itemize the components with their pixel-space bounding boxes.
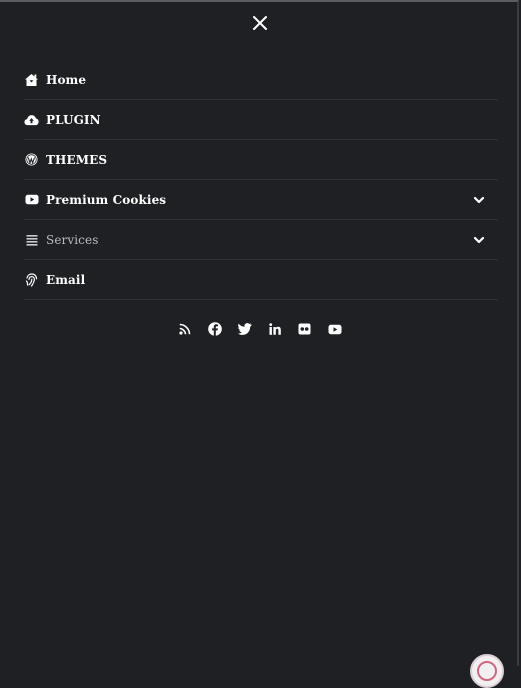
flickr-icon[interactable] — [298, 322, 312, 336]
badge-ring-icon — [477, 661, 497, 681]
menu-item-premium-cookies[interactable]: Premium Cookies — [24, 180, 498, 220]
menu-item-home[interactable]: Home — [24, 60, 498, 100]
menu-item-email[interactable]: Email — [24, 260, 498, 300]
home-icon — [24, 72, 39, 87]
cloud-upload-icon — [24, 112, 39, 127]
menu-item-services[interactable]: Services — [24, 220, 498, 260]
menu-item-label: Home — [46, 72, 87, 87]
wordpress-icon — [24, 152, 39, 167]
menu-item-label: PLUGIN — [46, 112, 101, 127]
menu-item-plugin[interactable]: PLUGIN — [24, 100, 498, 140]
social-links — [0, 322, 519, 336]
close-icon[interactable] — [251, 14, 269, 32]
chevron-down-icon[interactable] — [473, 234, 485, 246]
youtube-icon[interactable] — [328, 322, 342, 336]
fingerprint-icon — [24, 272, 39, 287]
menu-item-themes[interactable]: THEMES — [24, 140, 498, 180]
facebook-icon[interactable] — [207, 322, 222, 336]
mobile-menu: Home PLUGIN THEMES Premium Cookies Servi… — [24, 60, 498, 300]
menu-item-label: THEMES — [46, 152, 108, 167]
twitter-icon[interactable] — [237, 322, 252, 336]
menu-item-label: Email — [46, 272, 86, 287]
list-icon — [24, 232, 39, 247]
youtube-icon — [24, 192, 39, 207]
menu-item-label: Premium Cookies — [46, 192, 167, 207]
linkedin-icon[interactable] — [268, 322, 282, 336]
mobile-menu-panel: Home PLUGIN THEMES Premium Cookies Servi… — [0, 0, 519, 666]
floating-action-button[interactable] — [470, 654, 504, 688]
rss-icon[interactable] — [178, 322, 192, 336]
menu-item-label: Services — [46, 232, 99, 247]
chevron-down-icon[interactable] — [473, 194, 485, 206]
